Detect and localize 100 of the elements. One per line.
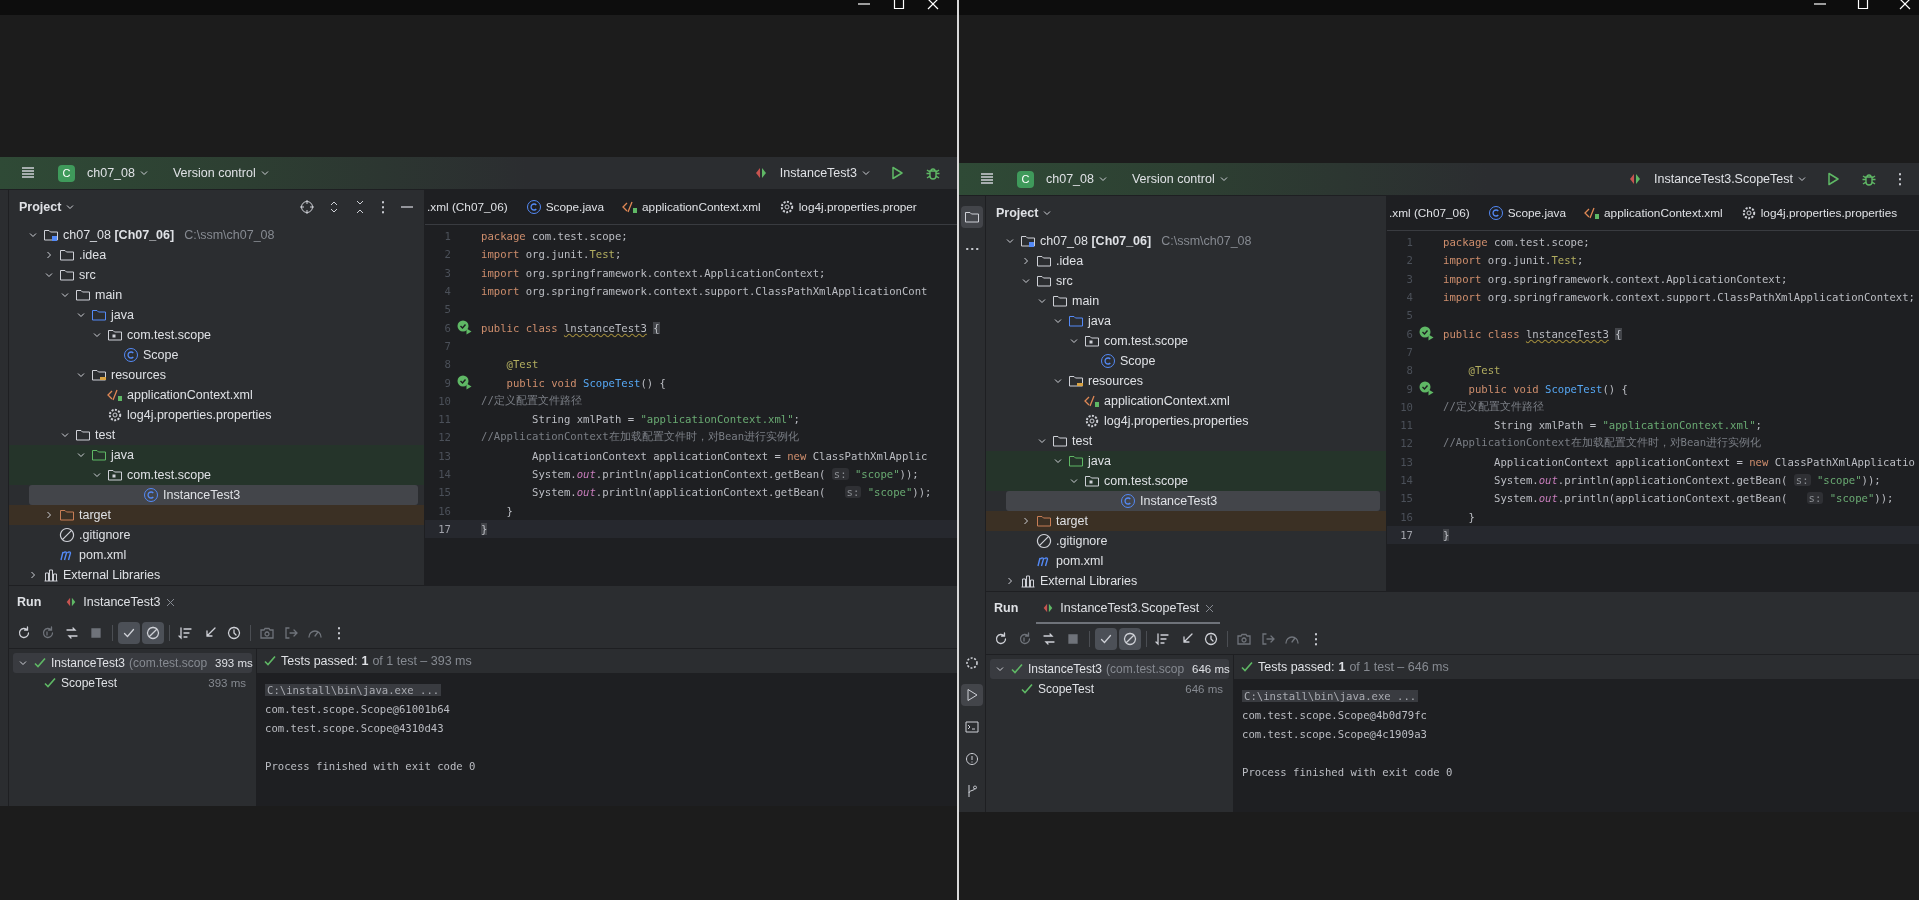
tree-item[interactable]: java [986, 311, 1380, 331]
tree-item[interactable]: .gitignore [986, 531, 1380, 551]
tree-item[interactable]: resources [986, 371, 1380, 391]
folder-icon [1068, 453, 1084, 469]
folder-icon [59, 247, 75, 263]
tree-item[interactable]: .gitignore [9, 525, 418, 545]
tree-item[interactable]: applicationContext.xml [986, 391, 1380, 411]
editor-tab[interactable]: log4j.properties.proper [769, 190, 926, 224]
code-line: import org.junit.Test; [481, 248, 622, 261]
editor-tab[interactable]: Scope.java [1478, 196, 1576, 230]
tree-item[interactable]: .idea [986, 251, 1380, 271]
folder-icon [75, 427, 91, 443]
test-passed-icon[interactable] [457, 320, 472, 336]
console-output: Process finished with exit code 0 [265, 759, 476, 772]
tree-item[interactable]: Scope [986, 351, 1380, 371]
test-passed-icon[interactable] [1419, 326, 1434, 342]
tree-label: .gitignore [79, 528, 131, 542]
xml-file-icon [107, 387, 123, 403]
run-config-selector[interactable]: InstanceTest3.ScopeTest [1650, 172, 1811, 186]
test-tree-row[interactable]: InstanceTest3 (com.test.scop 646 ms [990, 659, 1229, 679]
console-output: com.test.scope.Scope@4b0d79fc [1242, 708, 1427, 721]
menu-icon[interactable] [20, 165, 36, 181]
project-selector[interactable]: ch07_08 [1042, 172, 1112, 186]
panel-title[interactable]: Project [996, 205, 1053, 220]
panel-title[interactable]: Project [19, 199, 76, 214]
run-tab[interactable]: InstanceTest3 [59, 586, 182, 618]
tree-label: ch07_08 [Ch07_06] [1040, 234, 1152, 248]
tree-item[interactable]: pom.xml [9, 545, 418, 565]
tree-item[interactable]: test [986, 431, 1380, 451]
more-icon[interactable] [380, 199, 386, 214]
editor-tab[interactable]: Scope.java [516, 190, 614, 224]
test-duration: 393 ms [208, 677, 246, 689]
tree-item[interactable]: .idea [9, 245, 418, 265]
expand-all-icon[interactable] [328, 199, 340, 214]
vcs-menu[interactable]: Version control [1127, 172, 1233, 186]
tree-item[interactable]: log4j.properties.properties [9, 405, 418, 425]
crosshair-icon[interactable] [300, 199, 314, 214]
tree-item[interactable]: External Libraries [9, 565, 418, 585]
editor-tab[interactable]: applicationContext.xml [1575, 196, 1732, 230]
maximize-icon[interactable] [893, 0, 905, 10]
editor-tab[interactable]: .xml (Ch07_06) [1387, 196, 1479, 230]
tree-item[interactable]: applicationContext.xml [9, 385, 418, 405]
test-passed-icon[interactable] [1419, 381, 1434, 396]
tree-item[interactable]: com.test.scope [986, 331, 1380, 351]
tree-item[interactable]: resources [9, 365, 418, 385]
run-tab[interactable]: InstanceTest3.ScopeTest [1036, 592, 1221, 624]
tree-item[interactable]: main [9, 285, 418, 305]
menu-icon[interactable] [979, 171, 995, 187]
tree-item[interactable]: target [9, 505, 418, 525]
tree-item[interactable]: com.test.scope [9, 325, 418, 345]
tree-item[interactable]: test [9, 425, 418, 445]
maximize-icon[interactable] [1857, 0, 1869, 10]
tree-item[interactable]: ch07_08 [Ch07_06] C:\ssm\ch07_08 [986, 231, 1380, 251]
tree-item[interactable]: Scope [9, 345, 418, 365]
run-icon[interactable] [961, 684, 983, 706]
tree-item[interactable]: target [986, 511, 1380, 531]
editor-tab[interactable]: .xml (Ch07_06) [425, 190, 517, 224]
test-tree-row[interactable]: ScopeTest 393 ms [13, 673, 252, 693]
tree-item[interactable]: main [986, 291, 1380, 311]
run-config-selector[interactable]: InstanceTest3 [775, 166, 875, 180]
tree-item[interactable]: com.test.scope [986, 471, 1380, 491]
code-line: //ApplicationContext在加载配置文件时，对Bean进行实例化 [1443, 436, 1762, 451]
tree-item[interactable]: pom.xml [986, 551, 1380, 571]
tree-item[interactable]: java [9, 445, 418, 465]
tree-item[interactable]: log4j.properties.properties [986, 411, 1380, 431]
test-tree-row[interactable]: ScopeTest 646 ms [990, 679, 1229, 699]
check-icon[interactable] [118, 622, 140, 644]
tree-item[interactable]: java [986, 451, 1380, 471]
check-icon[interactable] [1095, 628, 1117, 650]
vcs-menu[interactable]: Version control [168, 166, 274, 180]
tree-item[interactable]: src [9, 265, 418, 285]
chevron-icon [1797, 174, 1807, 184]
run-icon[interactable] [889, 165, 905, 181]
tree-item[interactable]: com.test.scope [9, 465, 418, 485]
editor-tab[interactable]: applicationContext.xml [613, 190, 770, 224]
tree-label: resources [1088, 374, 1143, 388]
tree-item[interactable]: InstanceTest3 [29, 485, 418, 505]
tree-label: .idea [79, 248, 107, 262]
tree-item[interactable]: src [986, 271, 1380, 291]
gear-icon [107, 407, 123, 423]
test-tree-row[interactable]: InstanceTest3 (com.test.scop 393 ms [13, 653, 252, 673]
circle-slash-icon[interactable] [1119, 628, 1141, 650]
project-selector[interactable]: ch07_08 [83, 166, 153, 180]
xml-file-icon [1084, 393, 1100, 409]
code-line: //定义配置文件路径 [1443, 399, 1544, 414]
circle-slash-icon[interactable] [142, 622, 164, 644]
more-icon[interactable] [1897, 171, 1903, 187]
run-icon[interactable] [1825, 171, 1841, 187]
test-passed-icon[interactable] [457, 375, 472, 390]
collapse-all-icon[interactable] [354, 199, 366, 214]
debug-icon[interactable] [925, 165, 941, 181]
code-line: } [505, 504, 513, 517]
console-output: Process finished with exit code 0 [1242, 765, 1453, 778]
tree-item[interactable]: External Libraries [986, 571, 1380, 591]
folder-icon[interactable] [961, 206, 983, 228]
tree-item[interactable]: InstanceTest3 [1006, 491, 1380, 511]
tree-item[interactable]: java [9, 305, 418, 325]
editor-tab[interactable]: log4j.properties.properties [1731, 196, 1907, 230]
debug-icon[interactable] [1861, 171, 1877, 187]
tree-item[interactable]: ch07_08 [Ch07_06] C:\ssm\ch07_08 [9, 225, 418, 245]
